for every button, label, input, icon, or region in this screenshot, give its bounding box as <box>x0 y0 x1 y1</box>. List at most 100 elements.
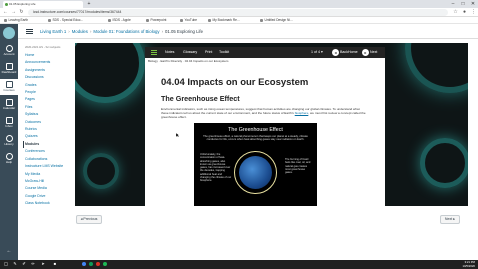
collapse-nav-icon[interactable]: ← <box>0 246 18 256</box>
gmail-icon[interactable] <box>96 262 100 266</box>
maximize-icon[interactable]: □ <box>458 0 468 8</box>
breadcrumb-modules[interactable]: Modules <box>72 29 88 34</box>
clock-date: 10/5/2020 <box>462 264 475 269</box>
bookmark-item[interactable]: Leaving Earth <box>4 17 29 24</box>
inbox-icon <box>5 117 13 124</box>
arrow-icon[interactable]: ➤ <box>40 261 46 267</box>
browser-tab-bar: 01.05 Exploring Life + – □ ✕ <box>0 0 478 8</box>
course-nav-home[interactable]: Home <box>25 52 73 59</box>
course-nav-mcgraw-hill[interactable]: McGraw-Hill <box>25 178 73 185</box>
minimize-icon[interactable]: – <box>448 0 458 8</box>
course-nav-course-media[interactable]: Course Media <box>25 185 73 192</box>
decorative-glow-ring <box>405 43 468 93</box>
toolkit-link[interactable]: Toolkit <box>219 47 229 58</box>
shelf-clock[interactable]: 3:21 PM 10/5/2020 <box>463 260 475 268</box>
breadcrumb-course[interactable]: Living Earth 1 <box>40 29 66 34</box>
decorative-glow-ring <box>420 138 468 188</box>
courses-icon <box>5 81 13 88</box>
home-button[interactable]: Home <box>348 47 358 58</box>
course-nav-outcomes[interactable]: Outcomes <box>25 119 73 126</box>
breadcrumb-separator: › <box>68 29 70 34</box>
back-button[interactable]: ◂ Back <box>331 47 348 58</box>
course-nav-people[interactable]: People <box>25 89 73 96</box>
drive-icon[interactable] <box>89 262 93 266</box>
back-arrow-icon[interactable]: ← <box>2 9 9 16</box>
help-icon <box>5 153 13 160</box>
next-label: Next <box>370 50 378 54</box>
bookmark-item[interactable]: SDS - Special Educ... <box>48 17 84 24</box>
bookmark-item[interactable]: Powerpoint <box>146 17 167 24</box>
course-nav-discussions[interactable]: Discussions <box>25 74 73 81</box>
infographic-left-text: Unfortunately, the concentration of heat… <box>200 153 232 183</box>
print-link[interactable]: Print <box>205 47 212 58</box>
course-nav-assignments[interactable]: Assignments <box>25 67 73 74</box>
page-selector[interactable]: 1 of 4 ▾ <box>311 47 323 58</box>
chrome-icon[interactable] <box>82 262 86 266</box>
star-icon[interactable]: ☆ <box>452 9 459 16</box>
bookmark-item[interactable]: ISDS - Apple <box>108 17 131 24</box>
previous-button[interactable]: ◂ Previous <box>76 215 102 224</box>
account-icon <box>5 45 13 52</box>
course-nav-rubrics[interactable]: Rubrics <box>25 126 73 133</box>
back-arrow-icon: ◂ <box>332 48 339 56</box>
infographic-title: The Greenhouse Effect <box>228 127 283 133</box>
lesson-menu-icon[interactable] <box>151 50 157 55</box>
canvas-logo-icon[interactable] <box>3 27 15 39</box>
new-tab-icon[interactable]: + <box>84 0 94 8</box>
global-nav-dashboard[interactable]: Dashboard <box>0 61 18 77</box>
global-nav-inbox[interactable]: Inbox <box>0 115 18 131</box>
glossary-keyword-link[interactable]: biosphere <box>295 111 309 115</box>
course-nav-modules[interactable]: Modules <box>23 140 73 149</box>
course-nav-pages[interactable]: Pages <box>25 96 73 103</box>
course-menu-toggle-icon[interactable] <box>26 29 33 34</box>
browser-menu-icon[interactable]: ⋮ <box>470 9 477 16</box>
bookmark-item[interactable]: Untitled Design Ni... <box>260 17 293 24</box>
lesson-toolbar: Notes Glossary Print Toolkit 1 of 4 ▾ ◂ B… <box>145 47 385 58</box>
profile-avatar[interactable]: ● <box>461 9 468 16</box>
pen-tool-icon[interactable]: ✎ <box>12 261 18 267</box>
global-nav-courses[interactable]: Courses <box>0 79 18 95</box>
breadcrumb-module[interactable]: Module 01: Foundations of Biology <box>93 29 159 34</box>
url-input[interactable]: lcsd.instructure.com/courses/77017/modul… <box>28 9 448 16</box>
course-nav-announcements[interactable]: Announcements <box>25 59 73 66</box>
bookmark-item[interactable]: YouTube <box>180 17 198 24</box>
color-swatch-icon[interactable]: ■ <box>52 261 58 267</box>
course-nav-files[interactable]: Files <box>25 104 73 111</box>
next-module-button[interactable]: Next ▸ <box>440 215 460 224</box>
next-button[interactable]: ▸ Next <box>361 47 377 58</box>
global-nav-calendar[interactable]: Calendar <box>0 97 18 113</box>
course-nav-syllabus[interactable]: Syllabus <box>25 111 73 118</box>
browser-tab[interactable]: 01.05 Exploring Life <box>3 1 83 8</box>
course-nav-quizzes[interactable]: Quizzes <box>25 133 73 140</box>
course-nav-collaborations[interactable]: Collaborations <box>25 156 73 163</box>
lesson-breadcrumb: Biology · Earth's Diversity · 04.04 Impa… <box>148 59 229 63</box>
bookmark-item[interactable]: My Bookmark Re... <box>208 17 240 24</box>
global-nav-label: Help <box>5 160 13 164</box>
course-nav: 2020-2021 HS - Sci subjects Home Announc… <box>23 45 73 208</box>
notes-link[interactable]: Notes <box>165 47 174 58</box>
brush-icon[interactable]: ✏ <box>30 261 36 267</box>
spotify-icon[interactable] <box>103 262 107 266</box>
lesson-body: Environmental indicators, such as rising… <box>161 107 366 119</box>
close-window-icon[interactable]: ✕ <box>468 0 478 8</box>
decorative-glow-ring <box>75 43 145 103</box>
course-nav-my-media[interactable]: My Media <box>25 171 73 178</box>
stylus-icon[interactable]: ✐ <box>21 261 27 267</box>
course-nav-class-notebook[interactable]: Class Notebook <box>25 200 73 207</box>
course-nav-google-drive[interactable]: Google Drive <box>25 193 73 200</box>
global-nav-help[interactable]: Help <box>0 151 18 167</box>
global-nav-account[interactable]: Account <box>0 43 18 59</box>
breadcrumb-current: 01.05 Exploring Life <box>165 29 203 34</box>
global-nav-label: Courses <box>3 88 15 92</box>
back-label: Back <box>340 50 348 54</box>
breadcrumb: Living Earth 1 › Modules › Module 01: Founda… <box>40 28 203 35</box>
global-nav-history[interactable]: History <box>0 133 18 149</box>
course-nav-lms-website[interactable]: Instructure LMS Website <box>25 163 73 170</box>
decorative-glow-ring <box>83 153 119 189</box>
reload-icon[interactable]: ↻ <box>18 9 25 16</box>
course-nav-grades[interactable]: Grades <box>25 82 73 89</box>
forward-arrow-icon[interactable]: → <box>10 9 17 16</box>
course-nav-conferences[interactable]: Conferences <box>25 148 73 155</box>
launcher-icon[interactable]: ◯ <box>3 261 9 267</box>
glossary-link[interactable]: Glossary <box>183 47 197 58</box>
